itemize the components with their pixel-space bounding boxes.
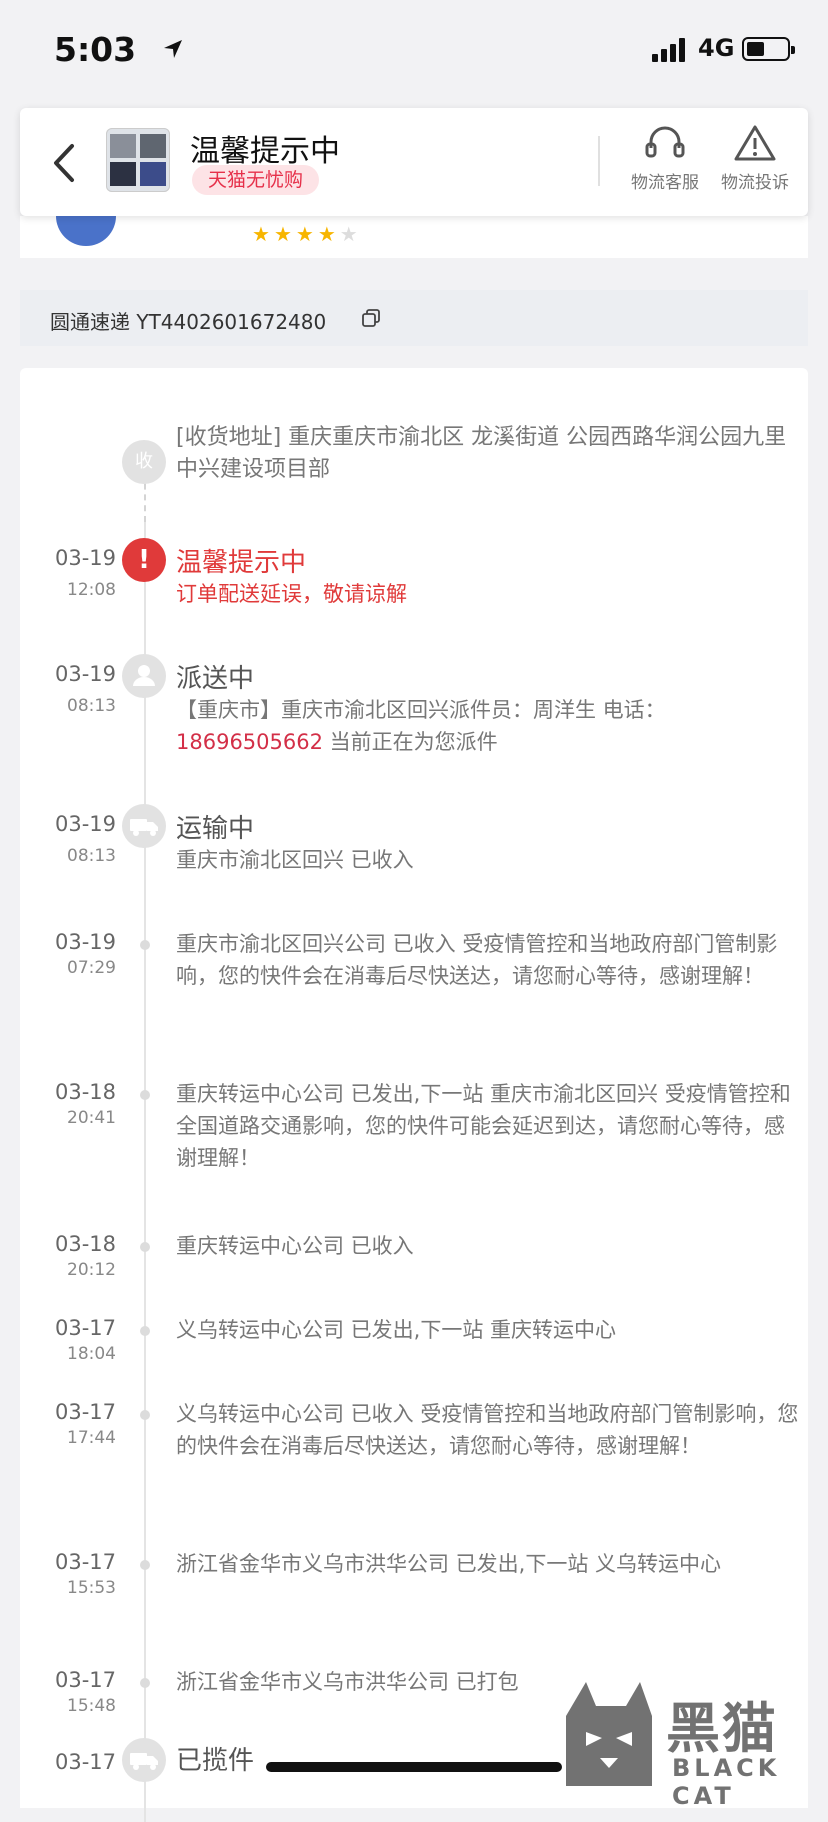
event-date: 03-17 (54, 1316, 116, 1340)
event-description: 重庆市渝北区回兴公司 已收入 受疫情管控和当地政府部门管制影响，您的快件会在消毒… (176, 932, 778, 988)
event-description-tail: 当前正在为您派件 (322, 730, 498, 754)
status-time: 5:03 (54, 30, 137, 69)
watermark-cn: 黑猫 (666, 1697, 778, 1760)
tracking-number-text: 圆通速递 YT4402601672480 (50, 306, 326, 335)
event-date: 03-17 (54, 1668, 116, 1692)
event-time: 17:44 (67, 1428, 116, 1448)
event-time: 20:12 (67, 1260, 116, 1280)
location-arrow-icon (164, 40, 182, 58)
event-date: 03-17 (54, 1550, 116, 1574)
star-filled-icon: ★ (317, 222, 340, 246)
event-status: 派送中 (176, 664, 255, 694)
logistics-service-label: 物流客服 (631, 173, 699, 193)
event-description: 浙江省金华市义乌市洪华公司 已发出,下一站 义乌转运中心 (176, 1552, 722, 1576)
event-date: 03-19 (54, 812, 116, 836)
courier-phone-link[interactable]: 18696505662 (176, 730, 323, 754)
event-description-text: 【重庆市】重庆市渝北区回兴派件员：周洋生 电话： (176, 698, 666, 722)
back-arrow-icon[interactable] (44, 138, 84, 188)
logistics-timeline: 收 [收货地址] 重庆重庆市渝北区 龙溪街道 公园西路华润公园九里中兴建设项目部… (20, 368, 808, 1822)
watermark-en: BLACK CAT (672, 1754, 781, 1810)
event-date: 03-19 (54, 662, 116, 686)
event-status: 已揽件 (176, 1746, 255, 1776)
event-date: 03-18 (54, 1232, 116, 1256)
alert-icon: ! (122, 538, 166, 582)
cat-logo-icon (566, 1682, 652, 1786)
copy-icon[interactable] (362, 309, 380, 327)
pickup-truck-icon (122, 1738, 166, 1782)
event-time: 12:08 (67, 580, 116, 600)
event-date: 03-19 (54, 546, 116, 570)
timeline-dot (140, 1560, 150, 1570)
event-time: 20:41 (67, 1108, 116, 1128)
star-filled-icon: ★ (252, 222, 274, 246)
event-time: 07:29 (67, 958, 116, 978)
courier-person-icon (122, 654, 166, 698)
timeline-dot (140, 1090, 150, 1100)
header-card: 温馨提示中 天猫无忧购 物流客服 物流投诉 (20, 108, 808, 216)
header-divider (598, 136, 600, 186)
timeline-dot (140, 1678, 150, 1688)
tracking-number-bar: 圆通速递 YT4402601672480 (20, 290, 808, 346)
headset-icon (645, 126, 685, 158)
star-filled-icon: ★ (273, 222, 296, 246)
event-date: 03-19 (54, 930, 116, 954)
timeline-dot (140, 1410, 150, 1420)
product-thumbnail[interactable] (106, 128, 170, 192)
tracking-number: YT4402601672480 (136, 310, 327, 334)
timeline-dot (140, 1242, 150, 1252)
event-time: 15:53 (67, 1578, 116, 1598)
home-indicator[interactable] (266, 1762, 562, 1772)
courier-row: ★★★★★ (20, 216, 808, 258)
star-filled-icon: ★ (295, 222, 318, 246)
blackcat-watermark: 黑猫 BLACK CAT (556, 1676, 828, 1810)
event-description: 【重庆市】重庆市渝北区回兴派件员：周洋生 电话： 18696505662 当前正在… (176, 694, 800, 758)
warning-icon (734, 125, 776, 161)
carrier-name: 圆通速递 (50, 310, 130, 334)
truck-icon (122, 804, 166, 848)
timeline-dot (140, 940, 150, 950)
courier-avatar (56, 216, 116, 246)
address-text: [收货地址] 重庆重庆市渝北区 龙溪街道 公园西路华润公园九里中兴建设项目部 (176, 425, 787, 482)
cellular-signal-icon (652, 38, 685, 62)
event-time: 18:04 (67, 1344, 116, 1364)
logistics-complaint-button[interactable]: 物流投诉 (710, 124, 800, 193)
receive-icon: 收 (122, 440, 166, 484)
event-time: 08:13 (67, 846, 116, 866)
battery-icon (742, 37, 795, 61)
event-description: 订单配送延误，敬请谅解 (176, 582, 407, 606)
event-date: 03-17 (54, 1750, 116, 1774)
event-time: 15:48 (67, 1696, 116, 1716)
event-date: 03-17 (54, 1400, 116, 1424)
status-bar: 5:03 4G (0, 0, 828, 100)
event-description: 义乌转运中心公司 已收入 受疫情管控和当地政府部门管制影响，您的快件会在消毒后尽… (176, 1402, 799, 1458)
event-status: 运输中 (176, 814, 255, 844)
logistics-service-button[interactable]: 物流客服 (620, 124, 710, 193)
event-date: 03-18 (54, 1080, 116, 1104)
timeline-dot (140, 1326, 150, 1336)
event-time: 08:13 (67, 696, 116, 716)
event-description: 重庆市渝北区回兴 已收入 (176, 848, 414, 872)
event-description: 重庆转运中心公司 已发出,下一站 重庆市渝北区回兴 受疫情管控和全国道路交通影响… (176, 1082, 791, 1170)
event-status: 温馨提示中 (176, 548, 307, 578)
event-description: 重庆转运中心公司 已收入 (176, 1234, 414, 1258)
courier-rating-stars: ★★★★★ (252, 222, 362, 246)
star-empty-icon: ★ (339, 222, 362, 246)
event-description: 义乌转运中心公司 已发出,下一站 重庆转运中心 (176, 1318, 617, 1342)
header-title: 温馨提示中 (190, 134, 340, 169)
tmall-badge: 天猫无忧购 (192, 165, 320, 195)
network-type: 4G (698, 34, 735, 62)
logistics-complaint-label: 物流投诉 (721, 173, 789, 193)
